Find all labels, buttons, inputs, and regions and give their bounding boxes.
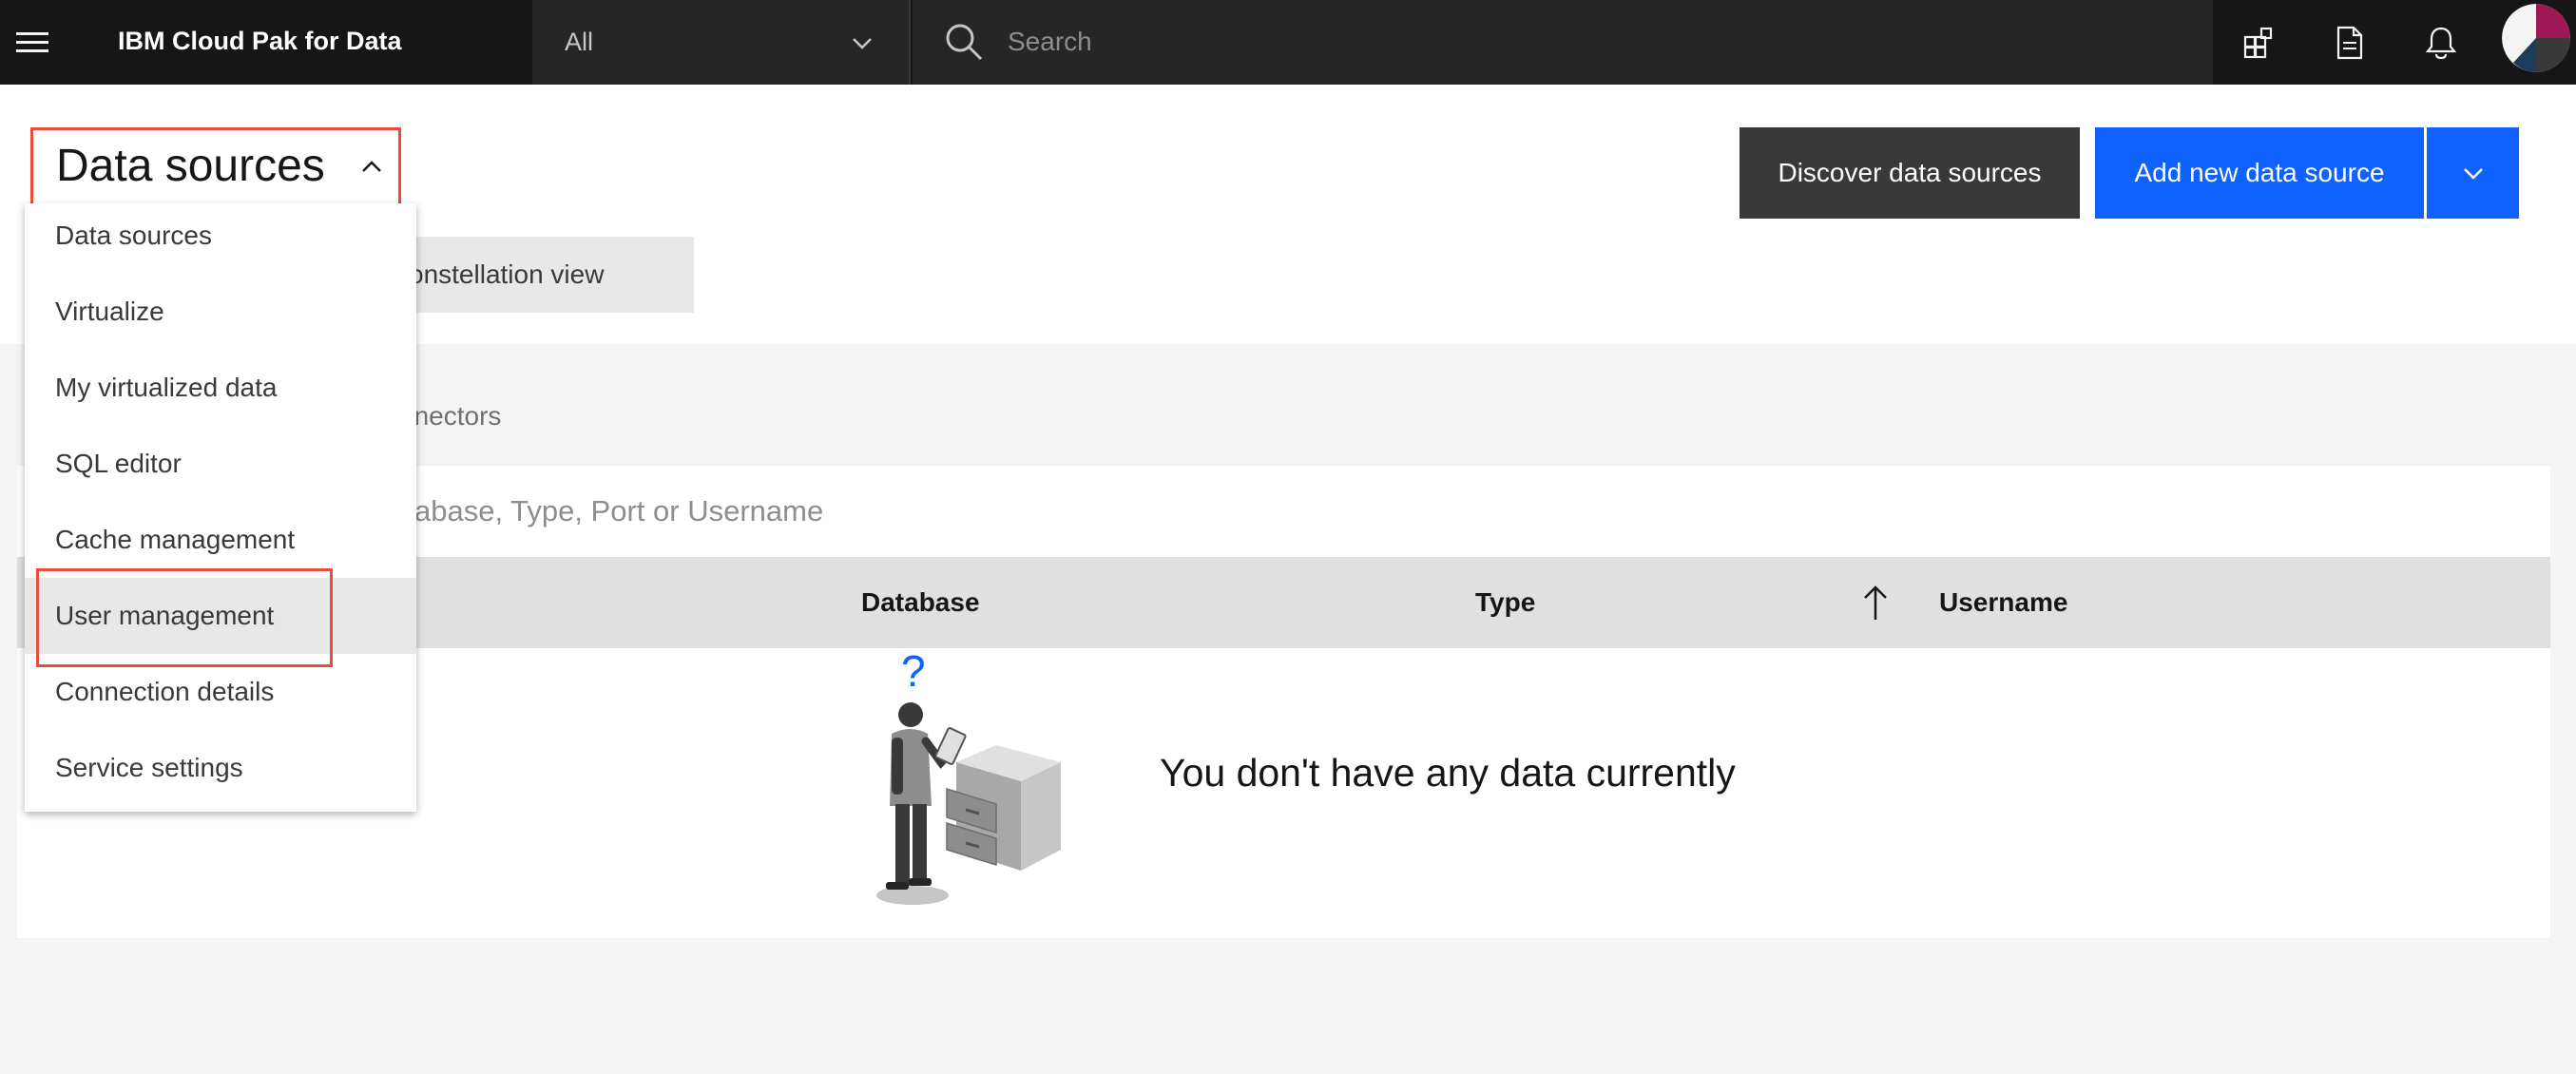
- discover-data-sources-button[interactable]: Discover data sources: [1740, 127, 2080, 219]
- chevron-down-icon: [853, 38, 872, 49]
- notification-icon[interactable]: [2395, 0, 2487, 85]
- menu-item-connection-details[interactable]: Connection details: [25, 654, 416, 730]
- menu-item-data-sources[interactable]: Data sources: [25, 203, 416, 274]
- empty-state-message: You don't have any data currently: [1160, 751, 1736, 795]
- constellation-view-toggle[interactable]: onstellation view: [390, 237, 694, 313]
- menu-icon[interactable]: [0, 0, 65, 85]
- chevron-up-icon: [362, 161, 381, 172]
- menu-item-label: Service settings: [55, 753, 243, 782]
- menu-item-label: Connection details: [55, 677, 275, 706]
- menu-item-label: SQL editor: [55, 449, 182, 478]
- menu-item-service-settings[interactable]: Service settings: [25, 730, 416, 806]
- top-navigation-bar: IBM Cloud Pak for Data All: [0, 0, 2576, 85]
- search-icon: [946, 24, 983, 61]
- menu-item-my-virtualized-data[interactable]: My virtualized data: [25, 350, 416, 426]
- menu-item-label: Cache management: [55, 525, 296, 554]
- sort-ascending-icon[interactable]: [1861, 584, 1890, 622]
- product-name[interactable]: IBM Cloud Pak for Data: [118, 0, 402, 85]
- add-new-data-source-button[interactable]: Add new data source: [2095, 127, 2424, 219]
- scope-dropdown[interactable]: All: [532, 0, 911, 85]
- menu-item-sql-editor[interactable]: SQL editor: [25, 426, 416, 502]
- menu-item-label: User management: [55, 601, 275, 630]
- add-options-button[interactable]: [2427, 127, 2519, 219]
- page-title: Data sources: [56, 141, 325, 191]
- empty-state-illustration: ?: [876, 646, 1061, 905]
- chevron-down-icon: [2463, 168, 2483, 180]
- column-type[interactable]: Type: [1475, 557, 1535, 648]
- page-switcher-menu: Data sources Virtualize My virtualized d…: [25, 203, 416, 812]
- menu-item-label: My virtualized data: [55, 373, 278, 402]
- constellation-view-label: onstellation view: [409, 259, 605, 289]
- global-search: [913, 0, 2213, 85]
- user-avatar[interactable]: [2502, 4, 2570, 72]
- column-username[interactable]: Username: [1939, 557, 2067, 648]
- menu-item-label: Data sources: [55, 221, 212, 250]
- catalog-icon[interactable]: [2213, 0, 2304, 85]
- document-icon[interactable]: [2304, 0, 2395, 85]
- search-input[interactable]: [1008, 21, 2148, 63]
- column-database[interactable]: Database: [861, 557, 980, 648]
- menu-item-virtualize[interactable]: Virtualize: [25, 274, 416, 350]
- menu-item-label: Virtualize: [55, 297, 164, 326]
- menu-item-user-management[interactable]: User management: [25, 578, 416, 654]
- menu-item-cache-management[interactable]: Cache management: [25, 502, 416, 578]
- svg-text:?: ?: [901, 646, 926, 696]
- scope-dropdown-label: All: [565, 28, 594, 56]
